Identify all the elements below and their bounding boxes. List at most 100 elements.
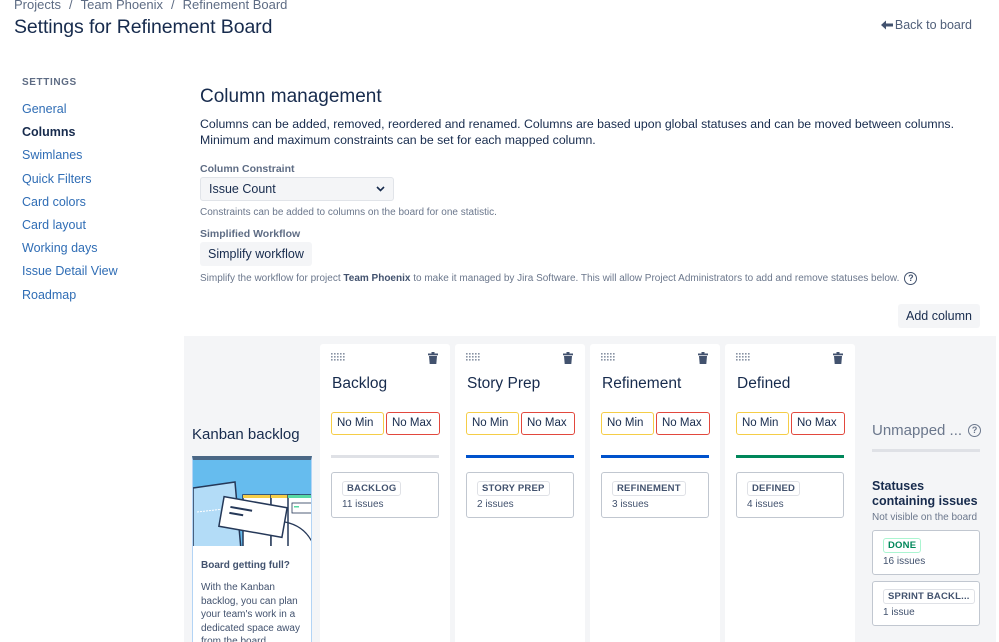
status-issue-count: 1 issue bbox=[883, 607, 915, 618]
board-illustration-icon bbox=[193, 460, 311, 546]
column-constraint-select[interactable]: Issue Count bbox=[200, 177, 394, 201]
workflow-help-text: Simplify the workflow for project Team P… bbox=[200, 272, 979, 285]
column-constraints: No Min No Max bbox=[736, 412, 845, 435]
arrow-left-icon bbox=[880, 20, 893, 30]
sidebar-item-quick-filters[interactable]: Quick Filters bbox=[22, 168, 172, 191]
status-card[interactable]: BACKLOG 11 issues bbox=[331, 472, 439, 518]
drag-handle-icon[interactable] bbox=[601, 353, 615, 361]
chevron-down-icon bbox=[376, 186, 385, 192]
min-constraint-input[interactable]: No Min bbox=[601, 412, 654, 435]
column-category-bar bbox=[466, 455, 574, 458]
unmapped-statuses-column: Unmapped ... ? Statuses containing issue… bbox=[872, 422, 982, 626]
column-title[interactable]: Backlog bbox=[332, 375, 387, 393]
breadcrumb-projects[interactable]: Projects bbox=[14, 0, 61, 12]
simplify-workflow-button[interactable]: Simplify workflow bbox=[200, 242, 312, 266]
back-to-board-link[interactable]: Back to board bbox=[880, 18, 972, 32]
column-constraints: No Min No Max bbox=[601, 412, 710, 435]
back-to-board-label: Back to board bbox=[894, 18, 972, 32]
status-issue-count: 16 issues bbox=[883, 556, 926, 567]
unmapped-note: Not visible on the board bbox=[872, 512, 978, 523]
max-constraint-input[interactable]: No Max bbox=[791, 412, 845, 435]
status-lozenge: DEFINED bbox=[747, 481, 801, 496]
status-lozenge: STORY PREP bbox=[477, 481, 550, 496]
sidebar-item-issue-detail-view[interactable]: Issue Detail View bbox=[22, 260, 172, 283]
column-category-bar bbox=[331, 455, 439, 458]
settings-sidebar: SETTINGS General Columns Swimlanes Quick… bbox=[22, 77, 172, 307]
sidebar-item-roadmap[interactable]: Roadmap bbox=[22, 284, 172, 307]
status-lozenge: DONE bbox=[883, 538, 922, 553]
column-board: Kanban backlog Board getting full? With … bbox=[184, 336, 996, 642]
breadcrumb-separator: / bbox=[170, 0, 175, 12]
sidebar-item-card-colors[interactable]: Card colors bbox=[22, 191, 172, 214]
min-constraint-input[interactable]: No Min bbox=[466, 412, 519, 435]
status-lozenge: BACKLOG bbox=[342, 481, 402, 496]
trash-icon[interactable] bbox=[698, 352, 708, 364]
sidebar-item-columns[interactable]: Columns bbox=[22, 121, 172, 144]
min-constraint-input[interactable]: No Min bbox=[736, 412, 789, 435]
unmapped-status-card[interactable]: SPRINT BACKL... 1 issue bbox=[872, 581, 980, 626]
status-lozenge: SPRINT BACKL... bbox=[883, 589, 975, 604]
trash-icon[interactable] bbox=[428, 352, 438, 364]
status-card[interactable]: DEFINED 4 issues bbox=[736, 472, 844, 518]
column-category-bar bbox=[601, 455, 709, 458]
sidebar-item-working-days[interactable]: Working days bbox=[22, 237, 172, 260]
constraint-help-text: Constraints can be added to columns on t… bbox=[200, 207, 497, 218]
page-title: Settings for Refinement Board bbox=[14, 16, 273, 38]
trash-icon[interactable] bbox=[563, 352, 573, 364]
drag-handle-icon[interactable] bbox=[736, 353, 750, 361]
unmapped-title-label: Unmapped ... bbox=[872, 422, 963, 439]
unmapped-status-card[interactable]: DONE 16 issues bbox=[872, 530, 980, 575]
drag-handle-icon[interactable] bbox=[466, 353, 480, 361]
status-card[interactable]: REFINEMENT 3 issues bbox=[601, 472, 709, 518]
status-card[interactable]: STORY PREP 2 issues bbox=[466, 472, 574, 518]
board-column-refinement[interactable]: Refinement No Min No Max REFINEMENT 3 is… bbox=[590, 344, 720, 642]
status-issue-count: 2 issues bbox=[477, 499, 514, 510]
status-issue-count: 3 issues bbox=[612, 499, 649, 510]
section-title: Column management bbox=[200, 86, 382, 107]
column-constraints: No Min No Max bbox=[331, 412, 440, 435]
unmapped-bar bbox=[872, 449, 980, 452]
workflow-help-sentence: Simplify the workflow for project Team P… bbox=[200, 273, 899, 284]
status-issue-count: 4 issues bbox=[747, 499, 784, 510]
kanban-backlog-promo-card[interactable]: Board getting full? With the Kanban back… bbox=[192, 456, 312, 642]
kanban-promo-text: With the Kanban backlog, you can plan yo… bbox=[201, 582, 300, 642]
status-lozenge: REFINEMENT bbox=[612, 481, 686, 496]
column-title[interactable]: Refinement bbox=[602, 375, 681, 393]
column-category-bar bbox=[736, 455, 844, 458]
column-title[interactable]: Defined bbox=[737, 375, 790, 393]
board-column-story-prep[interactable]: Story Prep No Min No Max STORY PREP 2 is… bbox=[455, 344, 585, 642]
breadcrumb-board[interactable]: Refinement Board bbox=[183, 0, 288, 12]
sidebar-item-card-layout[interactable]: Card layout bbox=[22, 214, 172, 237]
breadcrumb: Projects / Team Phoenix / Refinement Boa… bbox=[14, 0, 287, 12]
drag-handle-icon[interactable] bbox=[331, 353, 345, 361]
column-management-section: Column management Columns can be added, … bbox=[200, 86, 979, 285]
max-constraint-input[interactable]: No Max bbox=[386, 412, 440, 435]
sidebar-item-general[interactable]: General bbox=[22, 98, 172, 121]
min-constraint-input[interactable]: No Min bbox=[331, 412, 384, 435]
column-constraint-value: Issue Count bbox=[209, 182, 276, 196]
kanban-promo-title: Board getting full? bbox=[201, 560, 290, 571]
sidebar-item-swimlanes[interactable]: Swimlanes bbox=[22, 144, 172, 167]
unmapped-subtitle: Statuses containing issues bbox=[872, 479, 978, 508]
workflow-help-project: Team Phoenix bbox=[343, 273, 411, 284]
help-icon[interactable]: ? bbox=[904, 272, 918, 285]
sidebar-heading: SETTINGS bbox=[22, 77, 77, 88]
add-column-button[interactable]: Add column bbox=[897, 304, 980, 328]
board-column-defined[interactable]: Defined No Min No Max DEFINED 4 issues bbox=[725, 344, 855, 642]
max-constraint-input[interactable]: No Max bbox=[521, 412, 575, 435]
max-constraint-input[interactable]: No Max bbox=[656, 412, 710, 435]
board-column-backlog[interactable]: Backlog No Min No Max BACKLOG 11 issues bbox=[320, 344, 450, 642]
column-constraint-label: Column Constraint bbox=[200, 163, 295, 175]
workflow-help-post: to make it managed by Jira Software. Thi… bbox=[410, 273, 900, 284]
help-icon[interactable]: ? bbox=[968, 424, 982, 437]
simplified-workflow-label: Simplified Workflow bbox=[200, 228, 301, 240]
workflow-help-pre: Simplify the workflow for project bbox=[200, 273, 344, 284]
kanban-backlog-title: Kanban backlog bbox=[192, 426, 300, 443]
breadcrumb-team[interactable]: Team Phoenix bbox=[81, 0, 163, 12]
trash-icon[interactable] bbox=[833, 352, 843, 364]
breadcrumb-separator: / bbox=[68, 0, 73, 12]
status-issue-count: 11 issues bbox=[342, 499, 384, 510]
kanban-backlog-column: Kanban backlog Board getting full? With … bbox=[192, 426, 312, 642]
column-title[interactable]: Story Prep bbox=[467, 375, 540, 393]
section-description: Columns can be added, removed, reordered… bbox=[200, 117, 954, 147]
